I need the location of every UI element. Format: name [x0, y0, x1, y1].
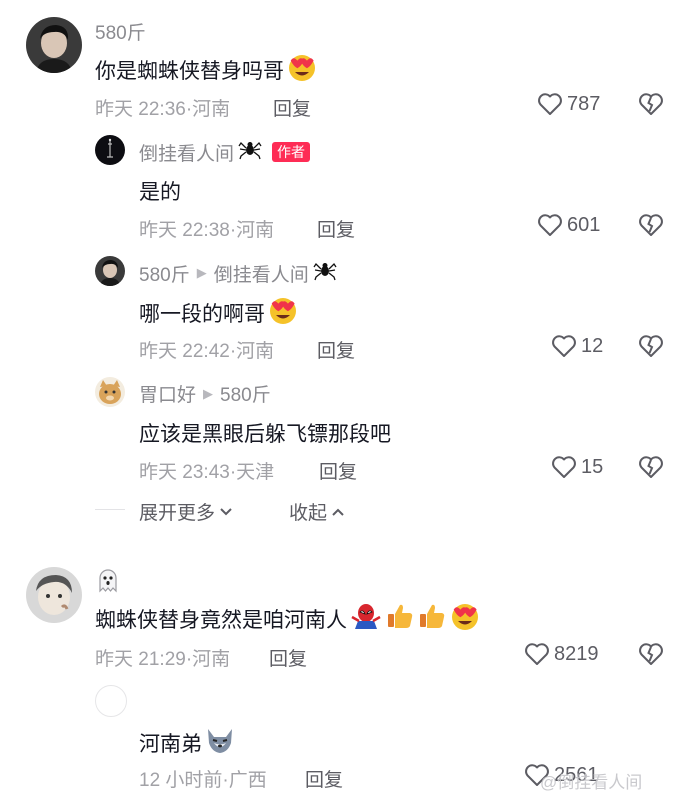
comment-username[interactable]: 580斤 — [95, 18, 146, 45]
reply-meta: 昨天 22:42·河南 — [139, 341, 275, 362]
thumbs-up-emoji-icon — [385, 601, 415, 637]
heart-icon — [525, 643, 549, 665]
chevron-down-icon — [220, 507, 232, 515]
avatar[interactable] — [26, 17, 82, 73]
ghost-emoji-icon — [95, 567, 121, 598]
reply-button[interactable]: 回复 — [305, 765, 343, 792]
reply-button[interactable]: 回复 — [269, 644, 307, 671]
avatar[interactable] — [95, 135, 125, 165]
heart-eyes-emoji-icon — [449, 601, 481, 637]
dislike-button[interactable] — [638, 334, 664, 360]
chevron-up-icon — [332, 508, 344, 516]
heart-icon — [552, 456, 576, 478]
reply-meta: 12 小时前·广西 — [139, 770, 267, 791]
dislike-button[interactable] — [638, 455, 664, 481]
heart-icon — [552, 335, 576, 357]
reply-username[interactable]: 胃口好 ▶ 580斤 — [139, 380, 271, 407]
reply-button[interactable]: 回复 — [319, 457, 357, 484]
avatar[interactable] — [95, 256, 125, 286]
reply-text: 河南弟 — [139, 725, 236, 761]
comment-meta: 昨天 22:36·河南 — [95, 99, 231, 120]
heart-icon — [538, 214, 562, 236]
like-count: 787 — [567, 92, 601, 115]
heart-eyes-emoji-icon — [286, 52, 318, 88]
author-badge: 作者 — [272, 142, 311, 162]
broken-heart-icon — [639, 214, 663, 236]
broken-heart-icon — [639, 335, 663, 357]
avatar[interactable] — [26, 567, 82, 623]
reply-arrow-icon: ▶ — [196, 265, 207, 280]
reply-to-username[interactable]: 580斤 — [220, 380, 271, 407]
like-button[interactable]: 787 — [537, 92, 600, 116]
reply-meta: 昨天 23:43·天津 — [139, 462, 275, 483]
reply-text: 应该是黑眼后躲飞镖那段吧 — [139, 423, 391, 446]
heart-eyes-emoji-icon — [267, 295, 299, 331]
like-count: 8219 — [554, 642, 599, 665]
dislike-button[interactable] — [638, 642, 664, 668]
collapse-button[interactable]: 收起 — [289, 498, 346, 525]
heart-icon — [538, 93, 562, 115]
reply-meta: 昨天 22:38·河南 — [139, 220, 275, 241]
reply-button[interactable]: 回复 — [317, 336, 355, 363]
comment-text: 你是蜘蛛侠替身吗哥 — [95, 52, 318, 88]
reply-arrow-icon: ▶ — [203, 385, 214, 401]
watermark: @倒挂看人间 — [540, 773, 643, 792]
like-count: 12 — [581, 334, 604, 357]
reply-to-username[interactable]: 倒挂看人间 — [214, 260, 309, 287]
reply-username[interactable]: 580斤 ▶ 倒挂看人间 — [139, 259, 337, 287]
dislike-button[interactable] — [638, 213, 664, 239]
dislike-button[interactable] — [638, 92, 664, 118]
broken-heart-icon — [639, 456, 663, 478]
spider-emoji-icon — [313, 259, 337, 287]
reply-username[interactable]: 倒挂看人间 作者 — [139, 138, 311, 166]
like-count: 601 — [567, 213, 601, 236]
wolf-emoji-icon — [204, 725, 236, 761]
like-count: 15 — [581, 455, 604, 478]
broken-heart-icon — [639, 93, 663, 115]
expand-more-button[interactable]: 展开更多 — [139, 498, 234, 525]
broken-heart-icon — [639, 643, 663, 665]
avatar[interactable] — [95, 685, 127, 717]
spider-emoji-icon — [238, 138, 262, 166]
spiderman-emoji-icon — [349, 601, 383, 637]
like-button[interactable]: 15 — [551, 455, 603, 479]
reply-button[interactable]: 回复 — [273, 94, 311, 121]
avatar[interactable] — [95, 377, 125, 407]
like-button[interactable]: 12 — [551, 334, 603, 358]
like-button[interactable]: 8219 — [524, 642, 599, 666]
reply-button[interactable]: 回复 — [317, 215, 355, 242]
like-button[interactable]: 601 — [537, 213, 600, 237]
comment-meta: 昨天 21:29·河南 — [95, 649, 231, 670]
comment-text: 蜘蛛侠替身竟然是咱河南人 — [95, 601, 481, 637]
thumbs-up-emoji-icon — [417, 601, 447, 637]
reply-text: 哪一段的啊哥 — [139, 295, 299, 331]
divider — [95, 509, 125, 510]
reply-text: 是的 — [139, 181, 181, 204]
